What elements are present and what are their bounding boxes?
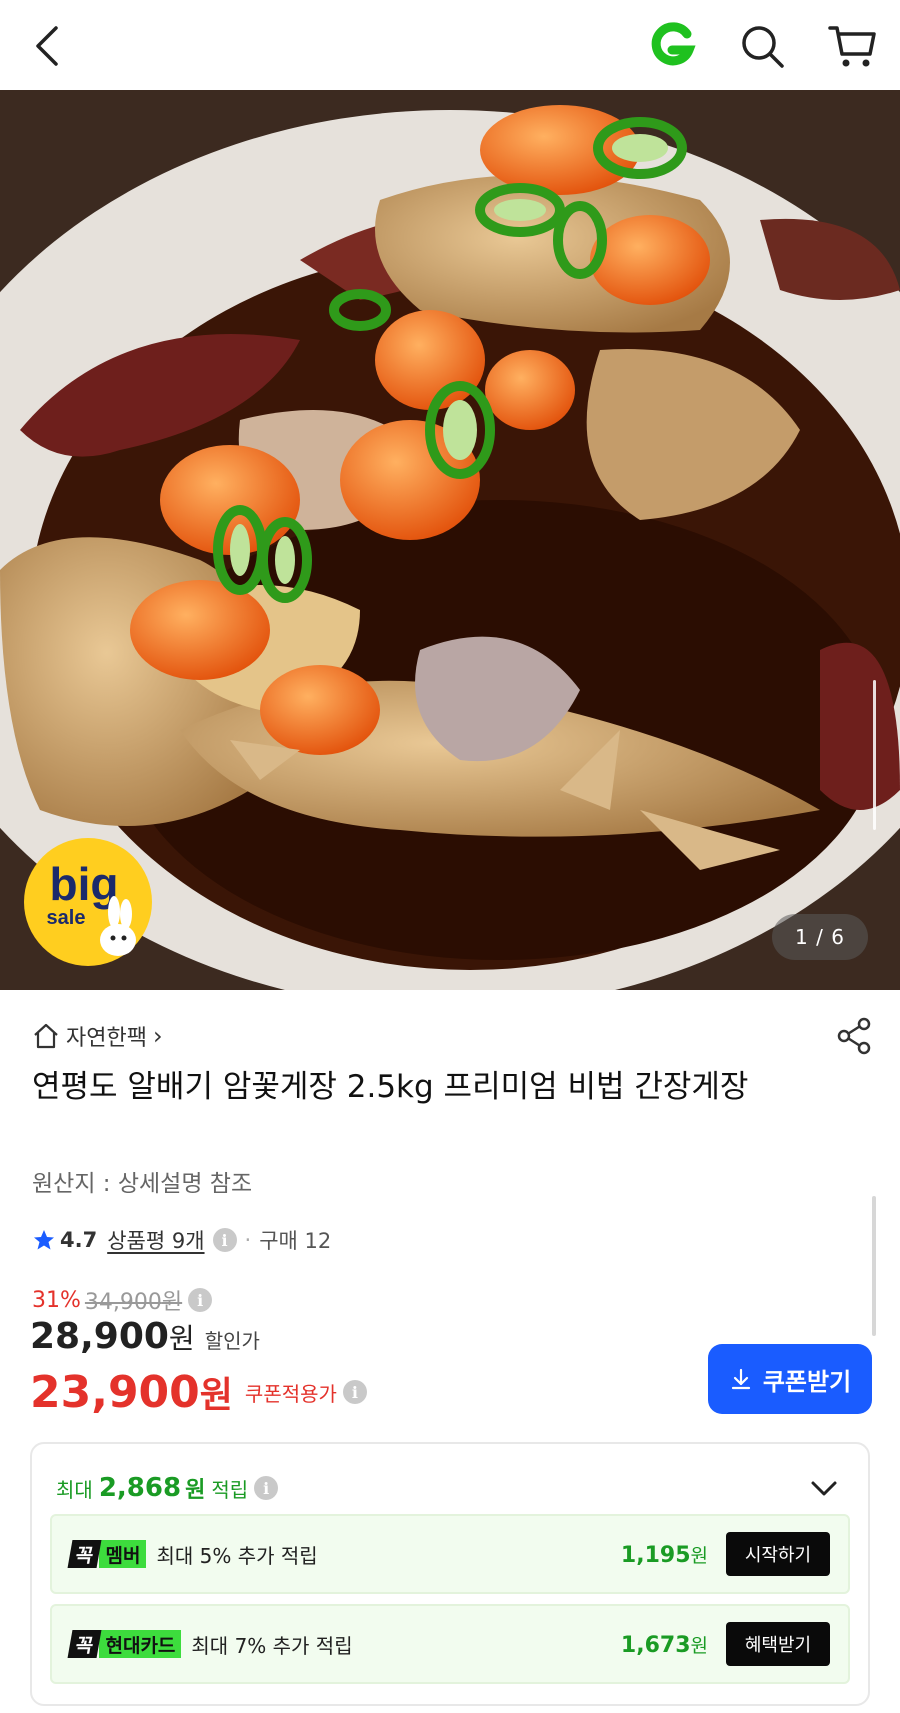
- start-button[interactable]: 시작하기: [726, 1532, 830, 1576]
- share-icon[interactable]: [834, 1016, 874, 1056]
- coupon-price-label: 쿠폰적용가: [244, 1381, 337, 1406]
- image-scroll-indicator: [873, 680, 876, 830]
- brand-link[interactable]: 자연한팩 ›: [32, 1018, 163, 1054]
- member-badge: 꼭 멤버: [67, 1540, 147, 1568]
- coupon-price-unit: 원: [199, 1375, 233, 1416]
- reward-prefix: 최대: [56, 1477, 93, 1502]
- sale-price-label: 할인가: [204, 1329, 260, 1353]
- search-icon[interactable]: [738, 22, 786, 70]
- reward-item-member: 꼭 멤버 최대 5% 추가 적립 1,195원 시작하기: [50, 1514, 850, 1594]
- home-icon: [34, 1023, 58, 1049]
- brand-chevron-icon: ›: [152, 1022, 163, 1050]
- separator-dot: ·: [244, 1228, 252, 1252]
- get-coupon-button[interactable]: 쿠폰받기: [708, 1344, 872, 1414]
- sale-price-row: 28,900 원 할인가: [30, 1316, 260, 1364]
- info-icon[interactable]: i: [212, 1228, 237, 1252]
- sale-price: 28,900: [30, 1316, 169, 1357]
- reward-summary: 최대 2,868 원 적립 i: [56, 1470, 279, 1506]
- chevron-left-icon[interactable]: [28, 22, 68, 70]
- reward-points-card: 최대 2,868 원 적립 i 꼭 멤버 최대 5% 추가 적립 1,195원 …: [30, 1442, 870, 1706]
- svg-text:big: big: [50, 858, 119, 910]
- product-title: 연평도 알배기 암꽃게장 2.5kg 프리미엄 비법 간장게장: [32, 1069, 749, 1105]
- reward-item-amount: 1,673원: [620, 1632, 708, 1658]
- info-icon[interactable]: i: [342, 1380, 367, 1404]
- discount-percent: 31%: [32, 1287, 81, 1313]
- reward-item-desc: 최대 7% 추가 적립: [191, 1633, 353, 1658]
- reward-amount: 2,868: [98, 1473, 182, 1503]
- rating-score: 4.7: [60, 1228, 98, 1252]
- top-nav-bar: [0, 0, 900, 90]
- coupon-price-row: 23,900 원 쿠폰적용가 i: [30, 1364, 367, 1420]
- g-logo-icon[interactable]: [646, 20, 698, 72]
- reward-suffix: 적립: [211, 1477, 249, 1502]
- get-coupon-label: 쿠폰받기: [762, 1367, 852, 1396]
- star-icon: [34, 1230, 54, 1250]
- image-counter: 1 / 6: [772, 914, 868, 960]
- reward-item-amount: 1,195원: [620, 1542, 708, 1568]
- purchase-count: 구매 12: [259, 1229, 332, 1253]
- info-icon[interactable]: i: [254, 1476, 279, 1500]
- reviews-link[interactable]: 상품평 9개: [107, 1225, 204, 1255]
- big-sale-badge: big sale: [24, 838, 152, 966]
- brand-name: 자연한팩: [66, 1026, 147, 1051]
- get-benefit-button[interactable]: 혜택받기: [726, 1622, 830, 1666]
- reward-unit: 원: [185, 1478, 206, 1503]
- page-scrollbar[interactable]: [872, 1196, 876, 1336]
- svg-text:sale: sale: [47, 907, 86, 929]
- reward-item-hyundai-card: 꼭 현대카드 최대 7% 추가 적립 1,673원 혜택받기: [50, 1604, 850, 1684]
- hyundai-card-badge: 꼭 현대카드: [67, 1630, 182, 1658]
- chevron-down-icon[interactable]: [808, 1472, 840, 1504]
- product-origin: 원산지 : 상세설명 참조: [32, 1171, 253, 1197]
- reward-item-desc: 최대 5% 추가 적립: [156, 1543, 318, 1568]
- discount-row: 31% 34,900원 i: [32, 1284, 213, 1316]
- sale-price-unit: 원: [168, 1322, 195, 1355]
- cart-icon[interactable]: [826, 20, 878, 72]
- coupon-price: 23,900: [30, 1366, 200, 1418]
- rating-row: 4.7 상품평 9개 i · 구매 12: [32, 1222, 331, 1258]
- download-icon: [731, 1368, 750, 1390]
- original-price: 34,900원: [84, 1290, 183, 1315]
- info-icon[interactable]: i: [188, 1288, 213, 1312]
